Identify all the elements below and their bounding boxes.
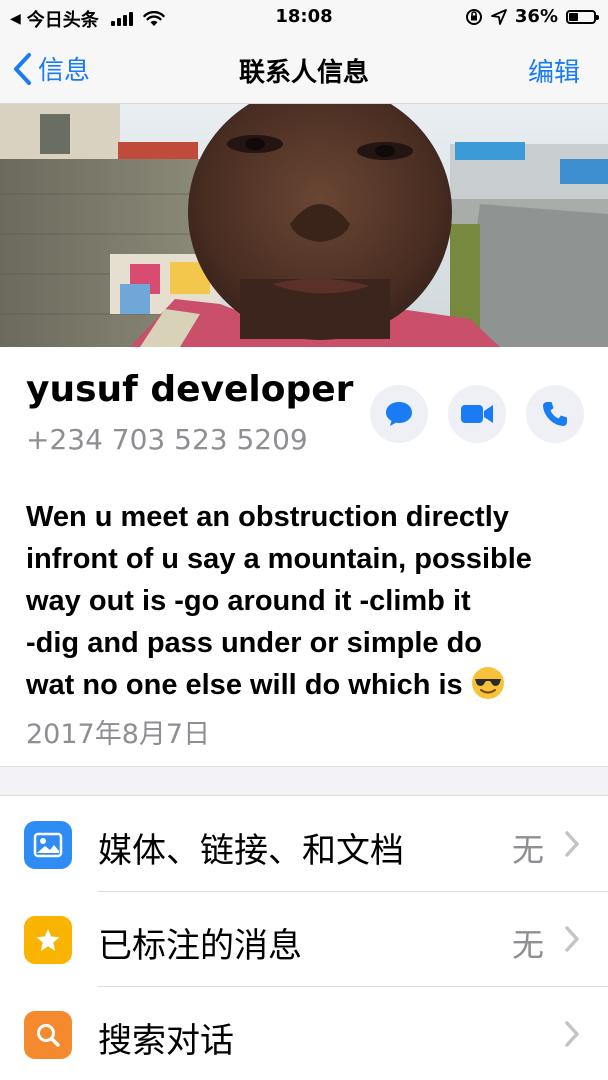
star-icon (24, 916, 72, 964)
chevron-right-icon (565, 926, 579, 952)
list-item-label: 搜索对话 (98, 1021, 234, 1061)
list-item-value: 无 (511, 831, 544, 869)
contact-header: yusuf developer +234 703 523 5209 (0, 347, 608, 467)
edit-button[interactable]: 编辑 (528, 52, 580, 89)
about-line: -dig and pass under or simple do (26, 627, 482, 659)
about-line: way out is -go around it -climb it (26, 585, 471, 617)
voice-call-button[interactable] (526, 385, 584, 443)
contact-options-list: 媒体、链接、和文档 无 已标注的消息 无 搜索对话 (0, 797, 608, 1080)
about-text: Wen u meet an obstruction directly infro… (26, 496, 586, 706)
page-title: 联系人信息 (238, 58, 369, 88)
chevron-right-icon (565, 831, 579, 857)
contact-name: yusuf developer (26, 369, 354, 410)
sunglasses-emoji-icon (471, 667, 504, 700)
list-item-value: 无 (511, 926, 544, 964)
battery-percent: 36% (514, 6, 558, 27)
profile-photo[interactable] (0, 104, 608, 347)
section-separator (0, 766, 608, 796)
battery-fill (569, 12, 578, 21)
about-line: Wen u meet an obstruction directly (26, 501, 509, 533)
navigation-bar: 信息 联系人信息 编辑 (0, 34, 608, 104)
about-line-last: wat no one else will do which is (26, 664, 586, 706)
list-item-media[interactable]: 媒体、链接、和文档 无 (0, 797, 608, 892)
location-icon (491, 8, 507, 25)
search-icon (24, 1011, 72, 1059)
list-item-search[interactable]: 搜索对话 (0, 987, 608, 1080)
video-camera-icon (461, 405, 493, 423)
status-bar: ◀ 今日头条 18:08 36% (0, 0, 608, 34)
chevron-right-icon (565, 1021, 579, 1047)
message-icon (386, 402, 412, 426)
list-item-label: 已标注的消息 (98, 926, 302, 966)
list-item-starred[interactable]: 已标注的消息 无 (0, 892, 608, 987)
phone-icon (543, 402, 567, 426)
about-line: wat no one else will do which is (26, 669, 463, 701)
list-item-label: 媒体、链接、和文档 (98, 831, 404, 871)
about-line: infront of u say a mountain, possible (26, 543, 532, 575)
video-call-button[interactable] (448, 385, 506, 443)
orientation-lock-icon (465, 8, 482, 25)
battery-icon (566, 9, 599, 24)
about-date: 2017年8月7日 (26, 719, 211, 750)
message-button[interactable] (370, 385, 428, 443)
contact-phone[interactable]: +234 703 523 5209 (26, 423, 308, 456)
photo-icon (24, 821, 72, 869)
